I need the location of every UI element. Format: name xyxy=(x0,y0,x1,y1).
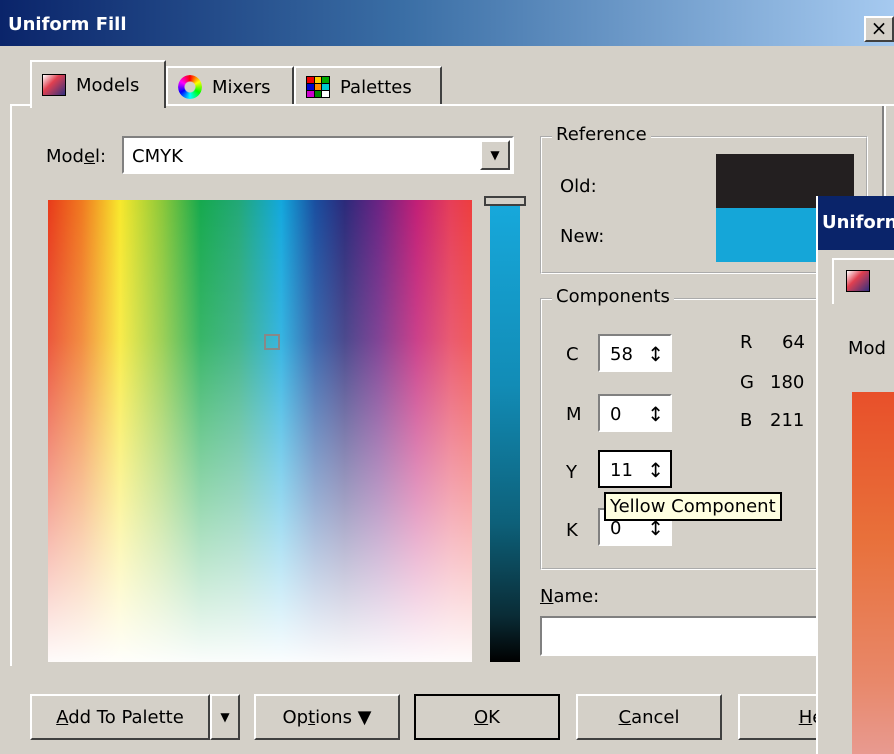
tab-mixers-label: Mixers xyxy=(212,76,271,98)
spin-arrows-icon[interactable]: ↕ xyxy=(647,342,664,366)
chevron-down-icon: ▼ xyxy=(490,148,500,162)
second-window-title: Uniforn xyxy=(822,212,894,233)
tab-palettes[interactable]: Palettes xyxy=(294,66,442,106)
model-select[interactable]: CMYK ▼ xyxy=(122,136,514,174)
color-selector-marker[interactable] xyxy=(264,334,280,350)
spin-arrows-icon[interactable]: ↕ xyxy=(647,458,664,482)
options-button[interactable]: Options ▼ xyxy=(254,694,400,740)
tooltip-yellow-component: Yellow Component xyxy=(604,492,782,521)
reference-title: Reference xyxy=(552,124,651,145)
k-label: K xyxy=(566,520,578,541)
cancel-button[interactable]: Cancel xyxy=(576,694,722,740)
second-window[interactable]: Uniforn Mod xyxy=(816,196,894,754)
name-label: Name: xyxy=(540,586,600,607)
m-spinbox[interactable]: 0 ↕ xyxy=(598,394,672,432)
options-label: Options ▼ xyxy=(282,706,372,728)
new-label: New: xyxy=(560,226,605,247)
second-window-tab[interactable] xyxy=(832,258,894,304)
k-value: 0 xyxy=(610,518,622,539)
tab-models[interactable]: Models xyxy=(30,60,166,108)
y-value: 11 xyxy=(610,460,633,481)
color-model-icon xyxy=(846,270,870,292)
cancel-label: Cancel xyxy=(618,706,680,728)
ok-label: OK xyxy=(474,706,500,728)
r-label: R xyxy=(740,332,753,353)
y-spinbox[interactable]: 11 ↕ xyxy=(598,450,672,488)
black-slider[interactable] xyxy=(490,200,520,662)
model-dropdown-button[interactable]: ▼ xyxy=(480,140,510,170)
color-picker-field[interactable] xyxy=(48,200,472,662)
b-value: 211 xyxy=(770,410,805,431)
ok-button[interactable]: OK xyxy=(414,694,560,740)
c-value: 58 xyxy=(610,344,633,365)
b-label: B xyxy=(740,410,753,431)
add-to-palette-label: Add To Palette xyxy=(56,706,184,728)
r-value: 64 xyxy=(782,332,805,353)
chevron-down-icon: ▼ xyxy=(220,710,230,724)
tab-mixers[interactable]: Mixers xyxy=(166,66,294,106)
color-model-icon xyxy=(42,74,66,96)
model-value: CMYK xyxy=(132,146,183,167)
g-label: G xyxy=(740,372,754,393)
second-window-color-field[interactable] xyxy=(852,392,894,754)
tab-palettes-label: Palettes xyxy=(340,76,412,98)
g-value: 180 xyxy=(770,372,805,393)
palette-grid-icon xyxy=(306,76,330,98)
name-field[interactable] xyxy=(540,616,830,656)
title-bar[interactable]: Uniform Fill xyxy=(0,0,894,46)
close-button[interactable]: × xyxy=(864,16,894,42)
window-title: Uniform Fill xyxy=(8,14,127,35)
spin-arrows-icon[interactable]: ↕ xyxy=(647,402,664,426)
old-label: Old: xyxy=(560,176,597,197)
close-icon: × xyxy=(870,16,888,40)
c-label: C xyxy=(566,344,579,365)
components-title: Components xyxy=(552,286,674,307)
model-label: Model: xyxy=(46,146,107,167)
m-label: M xyxy=(566,404,582,425)
add-to-palette-dropdown[interactable]: ▼ xyxy=(210,694,240,740)
second-window-title-bar[interactable]: Uniforn xyxy=(818,196,894,250)
add-to-palette-button[interactable]: Add To Palette xyxy=(30,694,210,740)
y-label: Y xyxy=(566,462,577,483)
slider-thumb[interactable] xyxy=(484,196,526,206)
tab-models-label: Models xyxy=(76,74,140,96)
second-window-model-label: Mod xyxy=(848,338,886,359)
c-spinbox[interactable]: 58 ↕ xyxy=(598,334,672,372)
color-wheel-icon xyxy=(178,75,202,99)
m-value: 0 xyxy=(610,404,622,425)
